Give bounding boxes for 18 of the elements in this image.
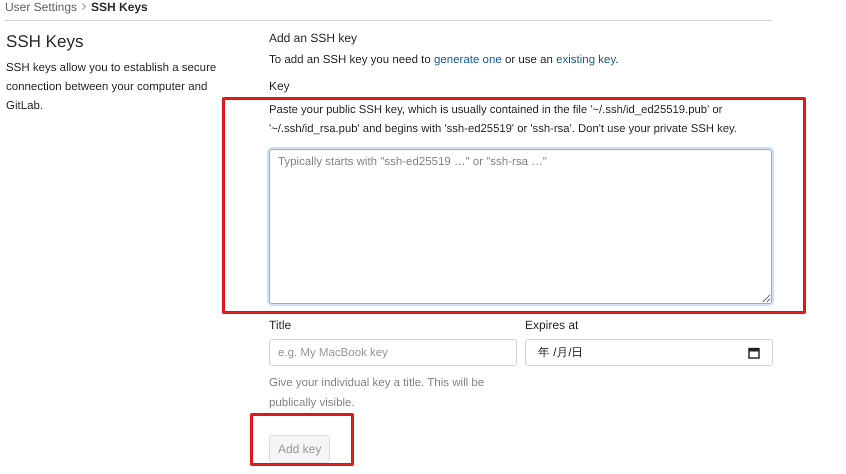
field-label: Title <box>269 318 292 332</box>
calendar-icon[interactable] <box>748 346 760 358</box>
date-input[interactable]: 年 /月/日 <box>525 339 773 366</box>
help-text: Paste your public SSH key, which is usually contained in the file '~/.ssh/id_ed25519.pub' or '~/.ssh/id_rsa.pub' and begins with 'ssh-ed25519' or 'ssh-rsa'. Don't use your private SSH key. <box>269 103 738 137</box>
text-link[interactable]: existing key <box>556 54 616 66</box>
intro-text: To add an SSH key you need to generate one or use an existing key. <box>269 54 620 66</box>
breadcrumb-link[interactable]: User Settings <box>5 0 78 14</box>
field-label: Key <box>269 79 291 93</box>
help-text: Give your individual key a title. This will be publically visible. <box>269 376 486 411</box>
section-description: SSH keys allow you to establish a secure connection between your computer and GitLab. <box>6 61 218 114</box>
breadcrumb-link[interactable]: SSH Keys <box>91 0 148 14</box>
text-link[interactable]: generate one <box>434 54 502 66</box>
field-label: Expires at <box>525 318 580 332</box>
chevron-icon <box>82 3 86 10</box>
title-input[interactable]: e.g. My MacBook key <box>269 339 517 366</box>
form-heading: Add an SSH key <box>269 31 358 45</box>
section-title: SSH Keys <box>6 32 84 52</box>
key-textarea[interactable]: Typically starts with "ssh-ed25519 …" or "ssh-rsa …" <box>269 149 772 304</box>
